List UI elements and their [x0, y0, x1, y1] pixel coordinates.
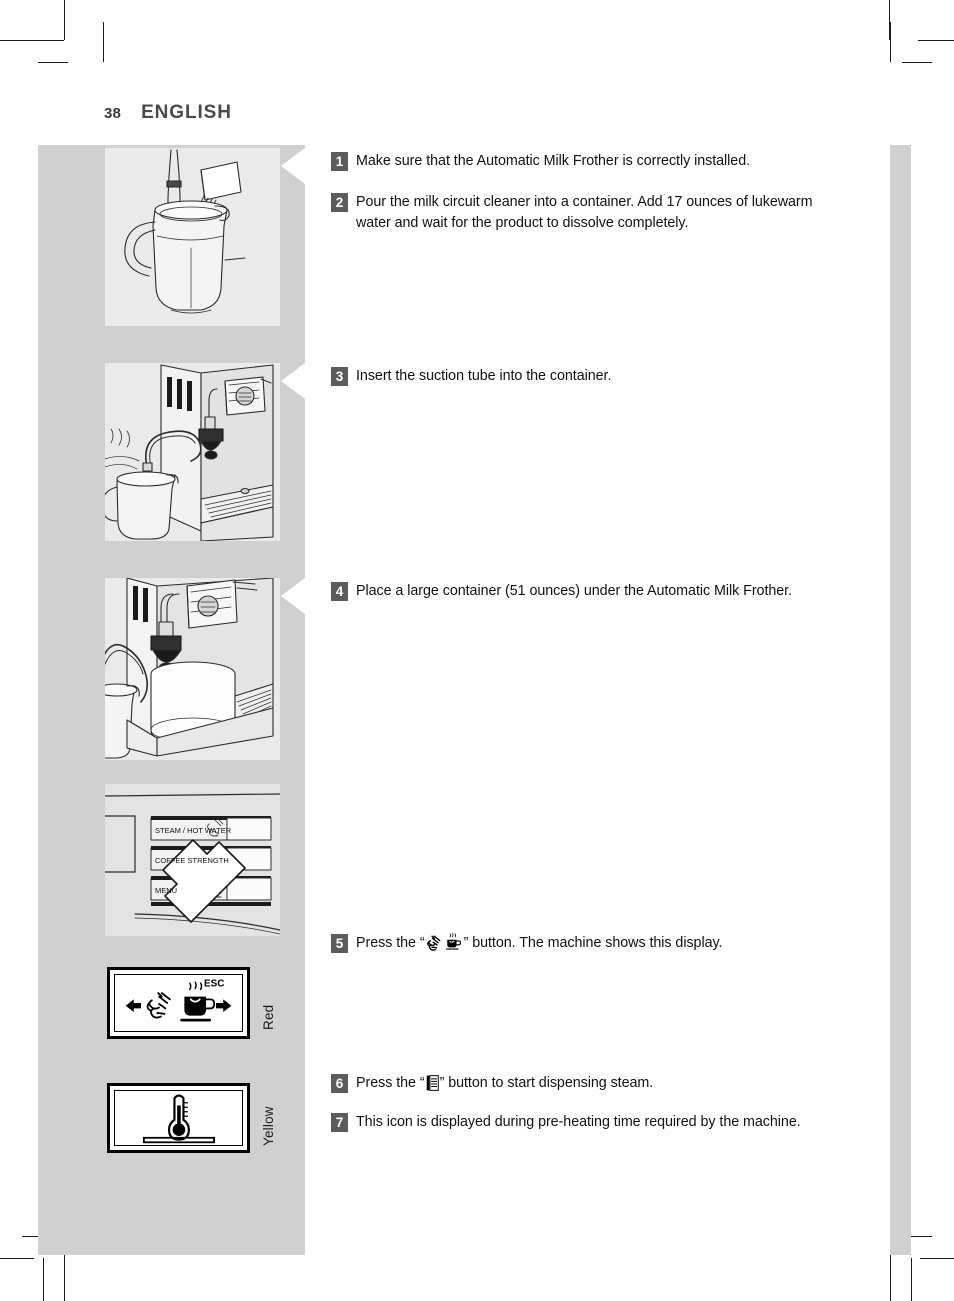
step-number-badge: 3	[331, 367, 348, 386]
hot-cup-icon	[445, 933, 463, 958]
display-color-label-yellow: Yellow	[261, 1106, 276, 1146]
crop-mark-tl-v2	[103, 22, 104, 62]
crop-mark-tr-h1	[918, 40, 954, 41]
display-preheating-inner	[114, 1090, 243, 1146]
crop-mark-bl-v1	[43, 1258, 44, 1301]
crop-mark-br-h1	[920, 1258, 954, 1259]
step-number-badge: 2	[331, 193, 348, 212]
crop-mark-bl-h1	[0, 1258, 34, 1259]
steam-frother-icon	[426, 934, 443, 958]
step-text: Place a large container (51 ounces) unde…	[356, 583, 793, 599]
crop-mark-tl-h2	[38, 62, 68, 63]
step-number-badge: 7	[331, 1113, 348, 1132]
step-text-after: ” button. The machine shows this display…	[463, 935, 723, 951]
step-number-badge: 5	[331, 934, 348, 953]
step-text-after: ” button to start dispensing steam.	[439, 1075, 654, 1091]
step-text: Press the “ ” button to start dispensing …	[356, 1073, 653, 1098]
menu-lines-icon	[426, 1075, 439, 1098]
display-steam-selection: ESC	[107, 967, 250, 1039]
crop-mark-br-v1	[911, 1258, 912, 1301]
step-text: Insert the suction tube into the contain…	[356, 368, 612, 384]
page-title: ENGLISH	[141, 102, 232, 123]
crop-mark-tl-v1	[64, 0, 65, 40]
display-steam-selection-inner: ESC	[114, 974, 243, 1032]
page-header: 38 ENGLISH	[104, 102, 232, 124]
display-preheating	[107, 1083, 250, 1153]
page-number: 38	[104, 105, 122, 122]
crop-mark-tr-v2	[890, 22, 891, 62]
step-number-badge: 4	[331, 582, 348, 601]
step-number-badge: 1	[331, 152, 348, 171]
step-text-before: Press the “	[356, 935, 425, 951]
step-text: This icon is displayed during pre-heatin…	[356, 1114, 801, 1130]
manual-page: 38 ENGLISH STEAM / HOT WATER COFFEE STRE…	[0, 0, 954, 1301]
step-text: Pour the milk circuit cleaner into a con…	[356, 194, 813, 231]
step-3: 3 Insert the suction tube into the conta…	[331, 366, 861, 387]
figure-control-panel: STEAM / HOT WATER COFFEE STRENGTH MENU	[105, 784, 280, 936]
step-6: 6 Press the “ ” button to start dispensin…	[331, 1073, 861, 1098]
figure-pour-cleaner-into-jug	[105, 148, 280, 326]
step-number-badge: 6	[331, 1074, 348, 1093]
display-color-label-red: Red	[261, 1004, 276, 1030]
step-2: 2 Pour the milk circuit cleaner into a c…	[331, 192, 831, 233]
panel-label-steam-hot-water: STEAM / HOT WATER	[155, 826, 232, 835]
panel-label-menu: MENU	[155, 886, 177, 895]
figure-suction-tube-in-container	[105, 363, 280, 541]
right-gray-band	[890, 145, 911, 1255]
crop-mark-tr-h2	[902, 62, 932, 63]
panel-label-coffee-strength: COFFEE STRENGTH	[155, 856, 229, 865]
step-5: 5 Press the “ ” button. The machine shows…	[331, 933, 861, 958]
step-text-before: Press the “	[356, 1075, 425, 1091]
figure-large-container-under-frother	[105, 578, 280, 760]
crop-mark-tl-h1	[0, 40, 64, 41]
step-1: 1 Make sure that the Automatic Milk Frot…	[331, 151, 861, 172]
step-7: 7 This icon is displayed during pre-heat…	[331, 1112, 821, 1133]
step-text: Make sure that the Automatic Milk Frothe…	[356, 153, 751, 169]
step-text: Press the “ ” button. The machine shows t…	[356, 933, 723, 958]
display-esc-label: ESC	[204, 979, 224, 990]
step-4: 4 Place a large container (51 ounces) un…	[331, 581, 861, 602]
